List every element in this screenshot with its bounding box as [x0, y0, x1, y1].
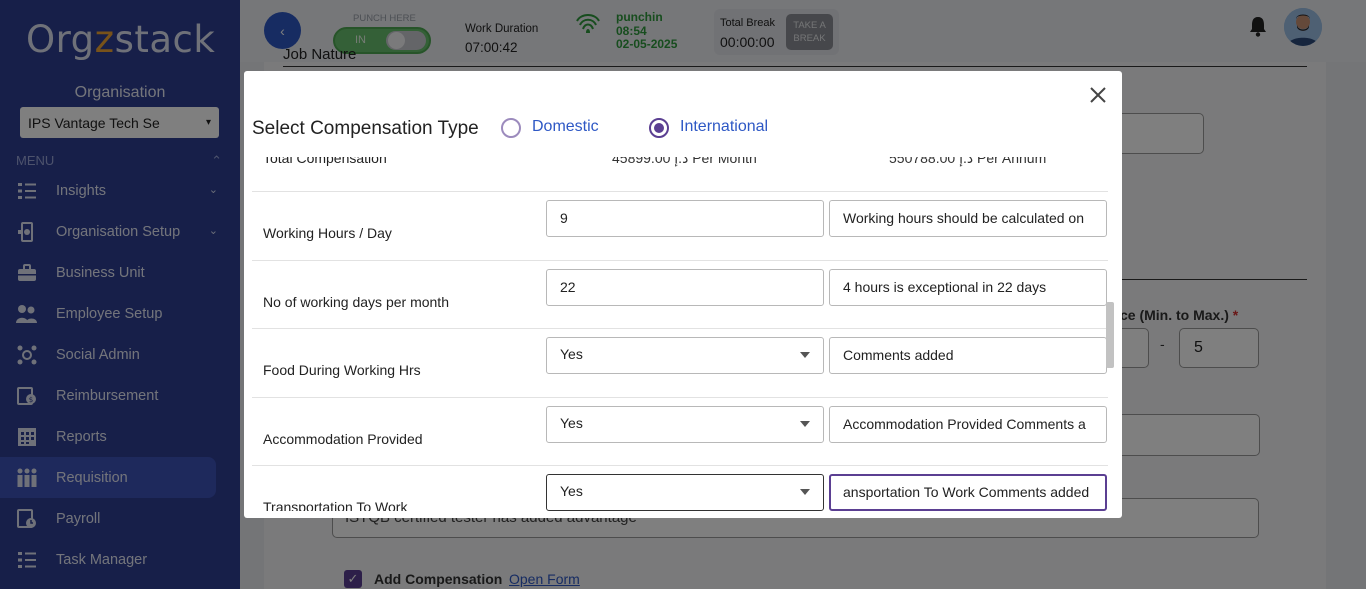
- compensation-table: Total Compensation 45899.00 ﺩ.ﺇ Per Mont…: [252, 157, 1108, 511]
- food-select[interactable]: Yes: [546, 337, 824, 374]
- food-select-value: Yes: [560, 346, 583, 362]
- row-label: Total Compensation: [263, 157, 387, 166]
- working-hours-comment[interactable]: Working hours should be calculated on: [829, 200, 1107, 237]
- working-days-comment[interactable]: 4 hours is exceptional in 22 days: [829, 268, 1107, 306]
- table-row: Total Compensation 45899.00 ﺩ.ﺇ Per Mont…: [252, 157, 1108, 192]
- table-row: Accommodation Provided Yes Accommodation…: [252, 398, 1108, 466]
- compensation-modal: Select Compensation Type Domestic Intern…: [244, 71, 1122, 518]
- modal-scrollbar[interactable]: [1106, 302, 1114, 368]
- transportation-select-value: Yes: [560, 483, 583, 499]
- row-label: No of working days per month: [263, 293, 449, 310]
- international-label[interactable]: International: [680, 118, 768, 136]
- row-label: Transportation To Work: [263, 499, 408, 511]
- row-label: Working Hours / Day: [263, 225, 392, 241]
- working-hours-input[interactable]: 9: [546, 200, 824, 237]
- table-row: Working Hours / Day 9 Working hours shou…: [252, 192, 1108, 261]
- international-radio[interactable]: [649, 118, 669, 138]
- total-monthly-value: 45899.00 ﺩ.ﺇ Per Month: [612, 157, 757, 166]
- accommodation-select-value: Yes: [560, 414, 583, 431]
- food-comment[interactable]: Comments added: [829, 337, 1107, 374]
- row-label: Accommodation Provided: [263, 430, 423, 447]
- dropdown-arrow-icon: [800, 489, 810, 495]
- close-icon[interactable]: [1087, 84, 1109, 106]
- table-row: No of working days per month 22 4 hours …: [252, 261, 1108, 329]
- dropdown-arrow-icon: [800, 420, 810, 427]
- table-row: Food During Working Hrs Yes Comments add…: [252, 329, 1108, 398]
- dropdown-arrow-icon: [800, 352, 810, 358]
- working-days-input[interactable]: 22: [546, 268, 824, 306]
- table-row: Transportation To Work Yes ansportation …: [252, 466, 1108, 511]
- transportation-select[interactable]: Yes: [546, 474, 824, 511]
- accommodation-select[interactable]: Yes: [546, 405, 824, 443]
- total-annual-value: 550788.00 ﺩ.ﺇ Per Annum: [889, 157, 1047, 166]
- domestic-label[interactable]: Domestic: [532, 118, 599, 136]
- modal-title: Select Compensation Type: [252, 118, 479, 139]
- row-label: Food During Working Hrs: [263, 362, 421, 378]
- domestic-radio[interactable]: [501, 118, 521, 138]
- transportation-comment[interactable]: ansportation To Work Comments added: [829, 474, 1107, 511]
- accommodation-comment[interactable]: Accommodation Provided Comments a: [829, 405, 1107, 443]
